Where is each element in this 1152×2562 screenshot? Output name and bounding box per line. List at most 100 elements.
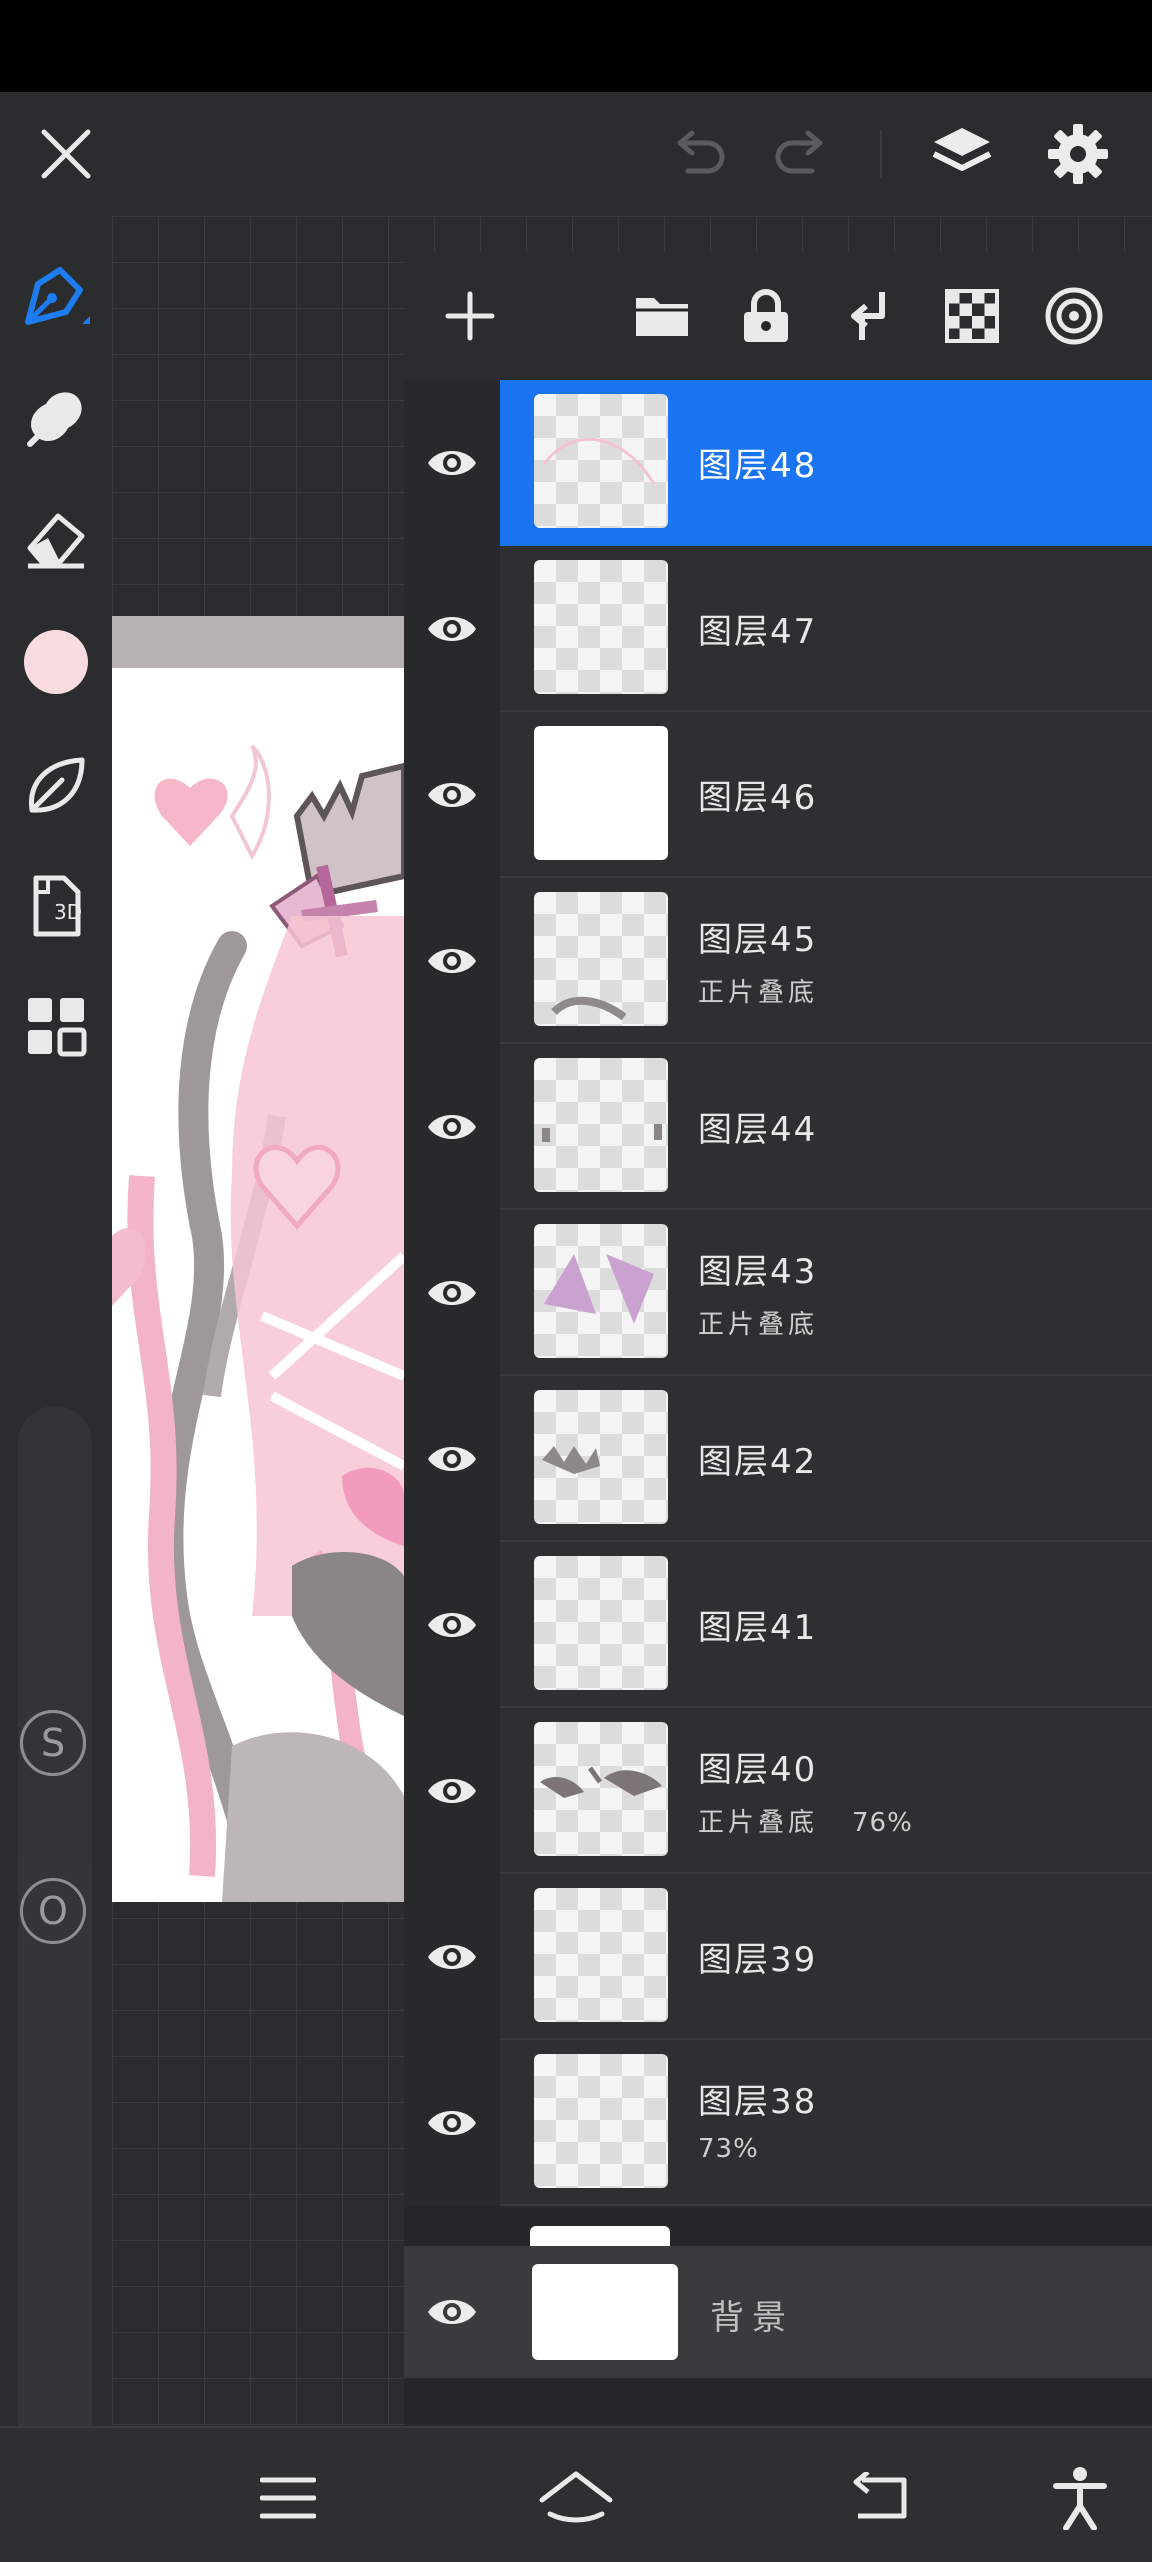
layer-row[interactable]: 图层38 73% bbox=[404, 2040, 1152, 2206]
layers-panel: 图层48 图层47 图层46 图层45 正片叠底 图层44 图层43 正片叠底 … bbox=[404, 252, 1152, 2426]
eye-icon bbox=[428, 451, 476, 475]
transparency-lock-button[interactable] bbox=[940, 284, 1004, 348]
layer-row[interactable]: 图层41 bbox=[404, 1542, 1152, 1708]
visibility-toggle[interactable] bbox=[404, 712, 500, 878]
layer-name: 图层40 bbox=[698, 1750, 818, 1790]
layer-name: 图层45 bbox=[698, 920, 818, 960]
visibility-toggle[interactable] bbox=[404, 546, 500, 712]
layer-row[interactable]: 图层43 正片叠底 bbox=[404, 1210, 1152, 1376]
visibility-toggle[interactable] bbox=[404, 380, 500, 546]
undo-button[interactable] bbox=[660, 122, 736, 186]
toolbar-divider bbox=[880, 130, 882, 178]
redo-icon bbox=[775, 130, 823, 174]
layer-blend-mode: 正片叠底 76% bbox=[698, 1802, 913, 1839]
visibility-toggle[interactable] bbox=[404, 2246, 500, 2378]
eye-icon bbox=[428, 2300, 476, 2324]
current-color-swatch bbox=[24, 630, 88, 694]
eye-icon bbox=[428, 1779, 476, 1803]
artwork-illustration bbox=[112, 744, 404, 1902]
add-layer-button[interactable] bbox=[438, 284, 502, 348]
close-button[interactable] bbox=[26, 114, 106, 194]
smudge-tool[interactable] bbox=[16, 376, 96, 456]
home-button[interactable] bbox=[536, 2458, 616, 2538]
add-icon bbox=[445, 291, 495, 341]
folder-icon bbox=[636, 298, 688, 336]
layer-name: 图层38 bbox=[698, 2082, 818, 2122]
eye-icon bbox=[428, 1115, 476, 1139]
background-thumbnail bbox=[532, 2264, 678, 2360]
eraser-tool[interactable] bbox=[16, 498, 96, 578]
color-swatch[interactable] bbox=[16, 622, 96, 702]
layer-row[interactable]: 图层46 bbox=[404, 712, 1152, 878]
menu-icon bbox=[260, 2477, 316, 2519]
visibility-toggle[interactable] bbox=[404, 1376, 500, 1542]
visibility-toggle[interactable] bbox=[404, 2040, 500, 2206]
visibility-toggle[interactable] bbox=[404, 1874, 500, 2040]
layer-thumbnail-peek bbox=[530, 2226, 670, 2246]
layer-thumbnail bbox=[534, 892, 668, 1026]
layer-thumbnail bbox=[534, 394, 668, 528]
layer-row[interactable]: 图层40 正片叠底 76% bbox=[404, 1708, 1152, 1874]
size-knob-label: S bbox=[40, 1721, 66, 1765]
visibility-toggle[interactable] bbox=[404, 878, 500, 1044]
visibility-toggle[interactable] bbox=[404, 1210, 500, 1376]
size-knob[interactable]: S bbox=[20, 1710, 86, 1776]
back-icon bbox=[853, 2472, 907, 2519]
opacity-knob-label: O bbox=[38, 1889, 68, 1933]
layer-blend-mode-text: 正片叠底 bbox=[698, 1808, 819, 1838]
left-toolbar: 3D S O bbox=[0, 216, 112, 2490]
layer-name: 图层44 bbox=[698, 1110, 818, 1150]
eye-icon bbox=[428, 1447, 476, 1471]
layer-name: 图层39 bbox=[698, 1940, 818, 1980]
layers-toolbar bbox=[404, 252, 1152, 380]
layer-opacity: 73% bbox=[698, 2134, 759, 2164]
layer-row[interactable]: 图层44 bbox=[404, 1044, 1152, 1210]
layer-row[interactable]: 图层39 bbox=[404, 1874, 1152, 2040]
eye-icon bbox=[428, 1281, 476, 1305]
home-icon bbox=[539, 2471, 613, 2523]
visibility-toggle[interactable] bbox=[404, 1542, 500, 1708]
layer-blend-mode: 正片叠底 bbox=[698, 978, 819, 1008]
visibility-toggle[interactable] bbox=[404, 1708, 500, 1874]
target-icon bbox=[1045, 287, 1103, 345]
layer-thumbnail bbox=[534, 1888, 668, 2022]
accessibility-button[interactable] bbox=[1040, 2458, 1120, 2538]
layer-row[interactable]: 图层47 bbox=[404, 546, 1152, 712]
back-button[interactable] bbox=[840, 2458, 920, 2538]
layer-thumbnail bbox=[534, 1390, 668, 1524]
menu-button[interactable] bbox=[248, 2458, 328, 2538]
eye-icon bbox=[428, 2111, 476, 2135]
layer-name: 图层46 bbox=[698, 778, 818, 818]
reference-layer-button[interactable] bbox=[1042, 284, 1106, 348]
layer-thumbnail bbox=[534, 1224, 668, 1358]
settings-button[interactable] bbox=[1038, 114, 1118, 194]
pen-tool[interactable] bbox=[16, 256, 96, 336]
layer-row[interactable]: 图层48 bbox=[404, 380, 1152, 546]
merge-down-button[interactable] bbox=[836, 284, 900, 348]
eye-icon bbox=[428, 783, 476, 807]
redo-button[interactable] bbox=[764, 122, 840, 186]
gear-icon bbox=[1048, 124, 1108, 184]
eye-icon bbox=[428, 1613, 476, 1637]
status-bar bbox=[0, 0, 1152, 92]
group-layer-button[interactable] bbox=[630, 284, 694, 348]
layers-button[interactable] bbox=[922, 114, 1002, 194]
background-layer-name: 背景 bbox=[710, 2298, 794, 2338]
layer-name: 图层47 bbox=[698, 612, 818, 652]
layer-thumbnail bbox=[534, 560, 668, 694]
brush-library-tool[interactable] bbox=[16, 746, 96, 826]
artwork-canvas[interactable] bbox=[112, 616, 404, 1902]
layer-row[interactable]: 图层42 bbox=[404, 1376, 1152, 1542]
layer-row[interactable]: 图层45 正片叠底 bbox=[404, 878, 1152, 1044]
3d-tool[interactable]: 3D bbox=[16, 866, 96, 946]
top-toolbar bbox=[0, 92, 1152, 216]
layer-name: 图层43 bbox=[698, 1252, 818, 1292]
opacity-knob[interactable]: O bbox=[20, 1878, 86, 1944]
background-layer-row[interactable]: 背景 bbox=[404, 2246, 1152, 2378]
lock-layer-button[interactable] bbox=[734, 284, 798, 348]
visibility-toggle[interactable] bbox=[404, 1044, 500, 1210]
layer-name: 图层48 bbox=[698, 446, 818, 486]
gallery-tool[interactable] bbox=[16, 986, 96, 1066]
layer-thumbnail bbox=[534, 1722, 668, 1856]
smudge-icon bbox=[27, 392, 82, 447]
